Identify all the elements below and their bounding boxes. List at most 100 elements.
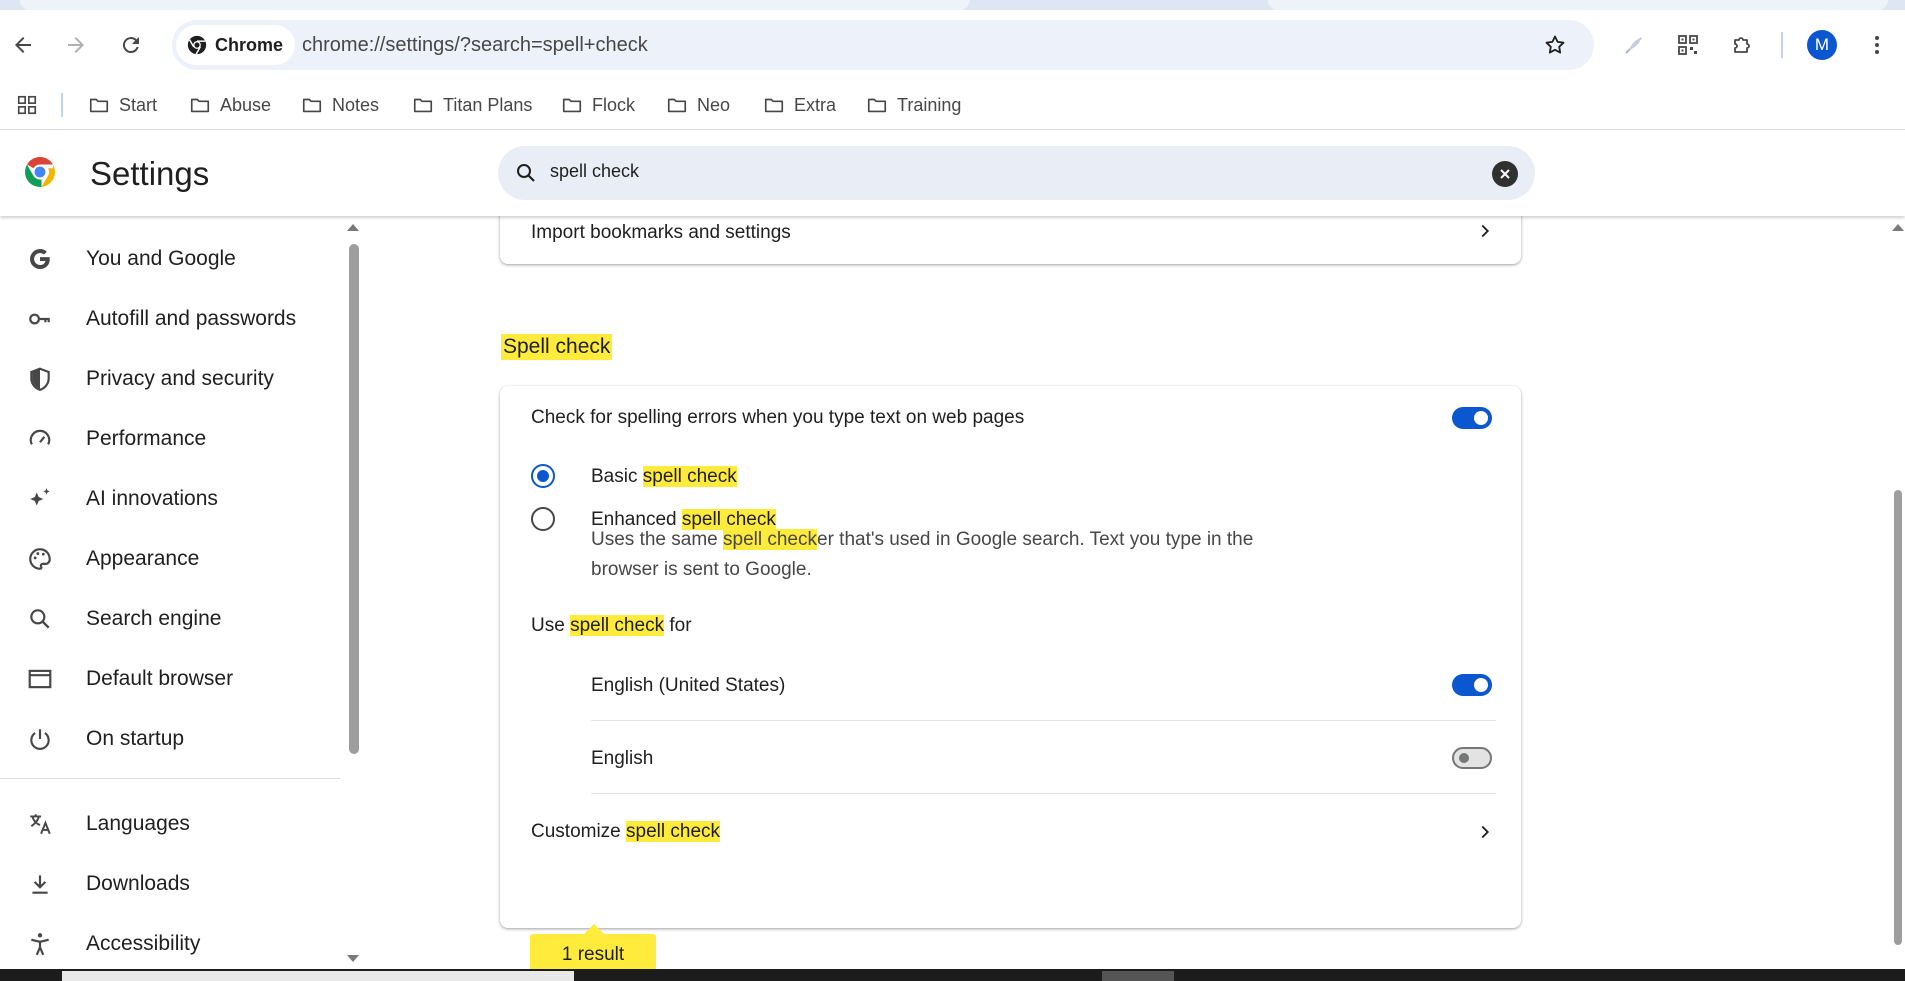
address-bar[interactable]: Chrome chrome://settings/?search=spell+c… — [172, 20, 1594, 70]
star-icon — [1545, 35, 1565, 54]
download-icon — [26, 870, 54, 898]
sparkle-icon — [26, 485, 54, 513]
forward-button[interactable] — [56, 25, 96, 65]
search-highlight: spell check — [570, 615, 665, 636]
sidebar-item-label: Downloads — [86, 872, 190, 895]
sidebar-item-label: Performance — [86, 427, 207, 450]
sidebar-item-downloads[interactable]: Downloads — [0, 858, 340, 910]
basic-prefix: Basic — [591, 466, 643, 487]
sidebar-item-label: Autofill and passwords — [86, 307, 297, 330]
folder-icon — [302, 98, 322, 113]
sidebar-item-label: Accessibility — [86, 932, 201, 955]
bookmark-folder-start[interactable]: Start — [88, 88, 157, 122]
enhanced-spell-check-radio[interactable] — [531, 507, 555, 531]
sidebar-item-label: Languages — [86, 812, 190, 835]
sidebar-item-languages[interactable]: Languages — [0, 798, 340, 850]
bookmark-folder-extra[interactable]: Extra — [763, 88, 836, 122]
site-info-chip[interactable]: Chrome — [176, 25, 296, 65]
bookmark-folder-neo[interactable]: Neo — [666, 88, 730, 122]
apps-button[interactable] — [16, 88, 38, 122]
bookmark-star-button[interactable] — [1535, 25, 1575, 65]
spell-check-toggle[interactable] — [1452, 407, 1492, 429]
sidebar-item-ai-innovations[interactable]: AI innovations — [0, 473, 340, 525]
language-label-en: English — [591, 748, 654, 769]
sidebar-item-privacy[interactable]: Privacy and security — [0, 353, 340, 405]
toggle-knob — [1459, 753, 1469, 763]
chrome-menu-button[interactable] — [1857, 25, 1897, 65]
main-scrollbar-thumb[interactable] — [1894, 490, 1902, 945]
sidebar-item-search-engine[interactable]: Search engine — [0, 593, 340, 645]
settings-search-box[interactable] — [498, 146, 1535, 200]
main-scroll-up-arrow[interactable] — [1892, 224, 1904, 231]
folder-icon — [764, 98, 784, 113]
taskbar-window-preview[interactable] — [62, 971, 574, 981]
sidebar-scroll-down-arrow[interactable] — [347, 955, 359, 962]
extension-feather-button[interactable] — [1614, 25, 1654, 65]
sidebar-item-label: On startup — [86, 727, 185, 750]
bookmark-folder-notes[interactable]: Notes — [301, 88, 379, 122]
row-divider — [591, 793, 1496, 794]
tab[interactable] — [1268, 0, 1888, 10]
search-highlight: spell check — [723, 529, 817, 550]
taskbar-item[interactable] — [1102, 971, 1174, 981]
language-toggle-en[interactable] — [1452, 747, 1492, 769]
sidebar-item-on-startup[interactable]: On startup — [0, 713, 340, 765]
toggle-knob — [1474, 411, 1488, 425]
bookmark-folder-flock[interactable]: Flock — [561, 88, 635, 122]
search-input[interactable] — [550, 161, 1450, 182]
clear-search-button[interactable] — [1492, 161, 1518, 187]
sidebar-item-default-browser[interactable]: Default browser — [0, 653, 340, 705]
bookmarks-bar: Start Abuse Notes Titan Plans Flock Neo … — [0, 80, 1905, 130]
sidebar-item-accessibility[interactable]: Accessibility — [0, 918, 340, 969]
sidebar-item-label: Search engine — [86, 607, 222, 630]
kebab-menu-icon — [1875, 36, 1879, 54]
back-button[interactable] — [3, 25, 43, 65]
sidebar-item-label: AI innovations — [86, 487, 218, 510]
close-icon — [1500, 169, 1510, 179]
profile-avatar[interactable]: M — [1807, 30, 1837, 60]
bookmark-folder-abuse[interactable]: Abuse — [189, 88, 271, 122]
sidebar-item-you-and-google[interactable]: You and Google — [0, 233, 340, 285]
sidebar-item-performance[interactable]: Performance — [0, 413, 340, 465]
bookmark-label: Notes — [332, 94, 380, 115]
bookmark-label: Titan Plans — [443, 94, 533, 115]
radio-dot — [537, 470, 549, 482]
qr-code-button[interactable] — [1668, 25, 1708, 65]
bookmark-label: Extra — [794, 94, 837, 115]
forward-arrow-icon — [68, 37, 84, 53]
bookmark-folder-training[interactable]: Training — [866, 88, 961, 122]
spell-check-card: Check for spelling errors when you type … — [500, 386, 1521, 928]
url-text[interactable]: chrome://settings/?search=spell+check — [302, 34, 648, 57]
basic-spell-check-radio[interactable] — [531, 464, 555, 488]
bookmark-label: Neo — [697, 94, 731, 115]
sidebar-item-appearance[interactable]: Appearance — [0, 533, 340, 585]
language-toggle-en-us[interactable] — [1452, 674, 1492, 696]
speedometer-icon — [26, 425, 54, 453]
spell-check-toggle-label: Check for spelling errors when you type … — [531, 407, 1025, 428]
sidebar-divider — [0, 778, 340, 779]
back-arrow-icon — [15, 37, 31, 53]
chrome-logo-icon — [25, 157, 55, 187]
browser-window-icon — [26, 665, 54, 693]
customize-spell-check-row[interactable]: Customize spell check — [500, 801, 1521, 861]
sidebar-scroll-up-arrow[interactable] — [347, 224, 359, 231]
toggle-knob — [1474, 678, 1488, 692]
basic-spell-check-label[interactable]: Basic spell check — [591, 466, 737, 488]
qr-code-icon — [1678, 35, 1698, 55]
sidebar-scrollbar-thumb[interactable] — [349, 244, 359, 754]
sidebar-item-autofill[interactable]: Autofill and passwords — [0, 293, 340, 345]
import-bookmarks-row[interactable]: Import bookmarks and settings — [500, 216, 1521, 264]
bookmark-label: Start — [119, 94, 158, 115]
folder-icon — [190, 98, 210, 113]
sidebar-item-label: Default browser — [86, 667, 234, 690]
reload-button[interactable] — [111, 25, 151, 65]
chrome-logo-icon — [187, 35, 207, 55]
folder-icon — [562, 98, 582, 113]
toolbar-divider — [1781, 32, 1783, 58]
tab[interactable] — [20, 0, 970, 10]
bookmark-folder-titan-plans[interactable]: Titan Plans — [412, 88, 532, 122]
extensions-button[interactable] — [1723, 25, 1763, 65]
chevron-right-icon — [1481, 825, 1490, 839]
customize-spell-check-label: Customize spell check — [531, 821, 721, 843]
folder-icon — [413, 98, 433, 113]
